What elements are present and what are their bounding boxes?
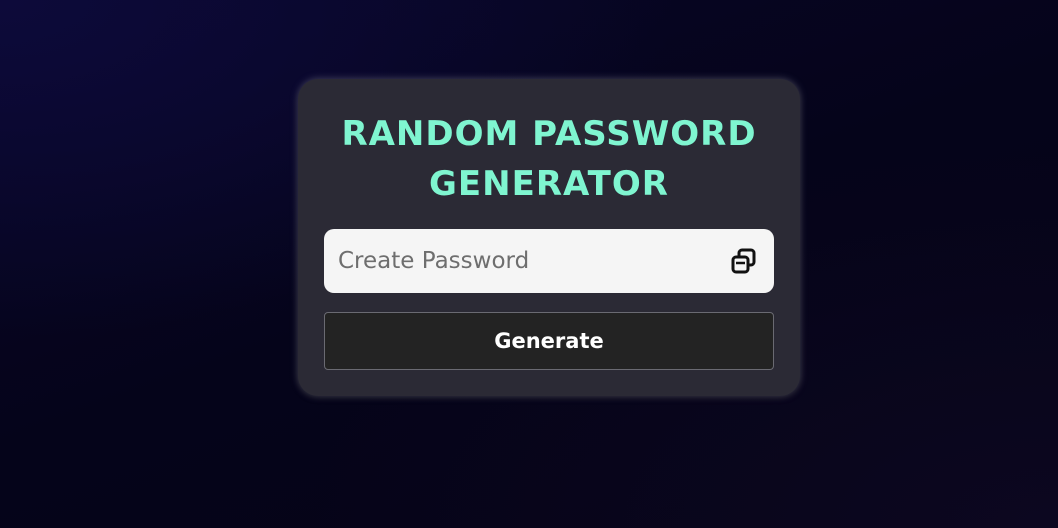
app-title: RANDOM PASSWORD GENERATOR (298, 109, 800, 209)
password-input[interactable] (338, 229, 718, 293)
password-generator-card: RANDOM PASSWORD GENERATOR Generate (298, 79, 800, 396)
app-title-line-2: GENERATOR (429, 164, 669, 204)
password-field-container (324, 229, 774, 293)
app-title-line-1: RANDOM PASSWORD (341, 114, 757, 154)
copy-icon[interactable] (731, 248, 757, 274)
generate-button[interactable]: Generate (324, 312, 774, 370)
